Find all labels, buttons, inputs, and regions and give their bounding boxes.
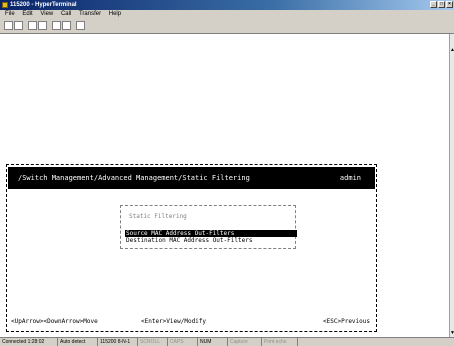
- status-capture: Capture: [228, 338, 262, 346]
- maximize-button[interactable]: □: [438, 1, 445, 8]
- menu-help[interactable]: Help: [109, 11, 121, 17]
- title-bar: 115200 - HyperTerminal _ □ ×: [0, 0, 454, 10]
- call-icon[interactable]: [28, 21, 37, 30]
- menu-item-source-mac[interactable]: Source MAC Address Out-Filters: [125, 230, 297, 237]
- status-scroll: SCROLL: [138, 338, 168, 346]
- close-button[interactable]: ×: [446, 1, 453, 8]
- status-connected: Connected 1:28:02: [0, 338, 58, 346]
- minimize-button[interactable]: _: [430, 1, 437, 8]
- open-icon[interactable]: [14, 21, 23, 30]
- window-controls: _ □ ×: [430, 1, 453, 8]
- menu-file[interactable]: File: [5, 11, 15, 17]
- hyperterminal-icon: [2, 2, 8, 8]
- status-num: NUM: [198, 338, 228, 346]
- menu-frame: Static Filtering Source MAC Address Out-…: [120, 205, 297, 249]
- key-hints: <UpArrow><DownArrow>Move <Enter>View/Mod…: [11, 317, 372, 327]
- terminal-header: /Switch Management/Advanced Management/S…: [8, 167, 375, 189]
- breadcrumb: /Switch Management/Advanced Management/S…: [18, 174, 250, 182]
- new-icon[interactable]: [4, 21, 13, 30]
- status-bar: Connected 1:28:02 Auto detect 115200 8-N…: [0, 337, 454, 346]
- menu-transfer[interactable]: Transfer: [79, 11, 101, 17]
- menu-view[interactable]: View: [40, 11, 53, 17]
- properties-icon[interactable]: [76, 21, 85, 30]
- user-label: admin: [339, 174, 361, 182]
- scroll-up-icon[interactable]: ▲: [450, 48, 454, 53]
- scroll-down-icon[interactable]: ▼: [450, 331, 454, 336]
- hint-view-modify: <Enter>View/Modify: [141, 318, 207, 325]
- status-settings: 115200 8-N-1: [98, 338, 138, 346]
- status-detect: Auto detect: [58, 338, 98, 346]
- menu-item-destination-mac[interactable]: Destination MAC Address Out-Filters: [125, 237, 253, 244]
- hint-move: <UpArrow><DownArrow>Move: [11, 318, 98, 325]
- menu-title: Static Filtering: [129, 213, 187, 220]
- menu-bar: File Edit View Call Transfer Help: [0, 10, 454, 19]
- menu-edit[interactable]: Edit: [22, 11, 32, 17]
- hint-previous: <ESC>Previous: [323, 318, 370, 325]
- status-print-echo: Print echo: [262, 338, 298, 346]
- disconnect-icon[interactable]: [38, 21, 47, 30]
- vertical-scrollbar[interactable]: ▲ ▼: [449, 34, 454, 338]
- receive-icon[interactable]: [62, 21, 71, 30]
- status-caps: CAPS: [168, 338, 198, 346]
- terminal-screen: /Switch Management/Advanced Management/S…: [6, 164, 377, 332]
- menu-call[interactable]: Call: [61, 11, 71, 17]
- toolbar: [0, 19, 454, 34]
- window-title: 115200 - HyperTerminal: [10, 2, 77, 8]
- send-icon[interactable]: [52, 21, 61, 30]
